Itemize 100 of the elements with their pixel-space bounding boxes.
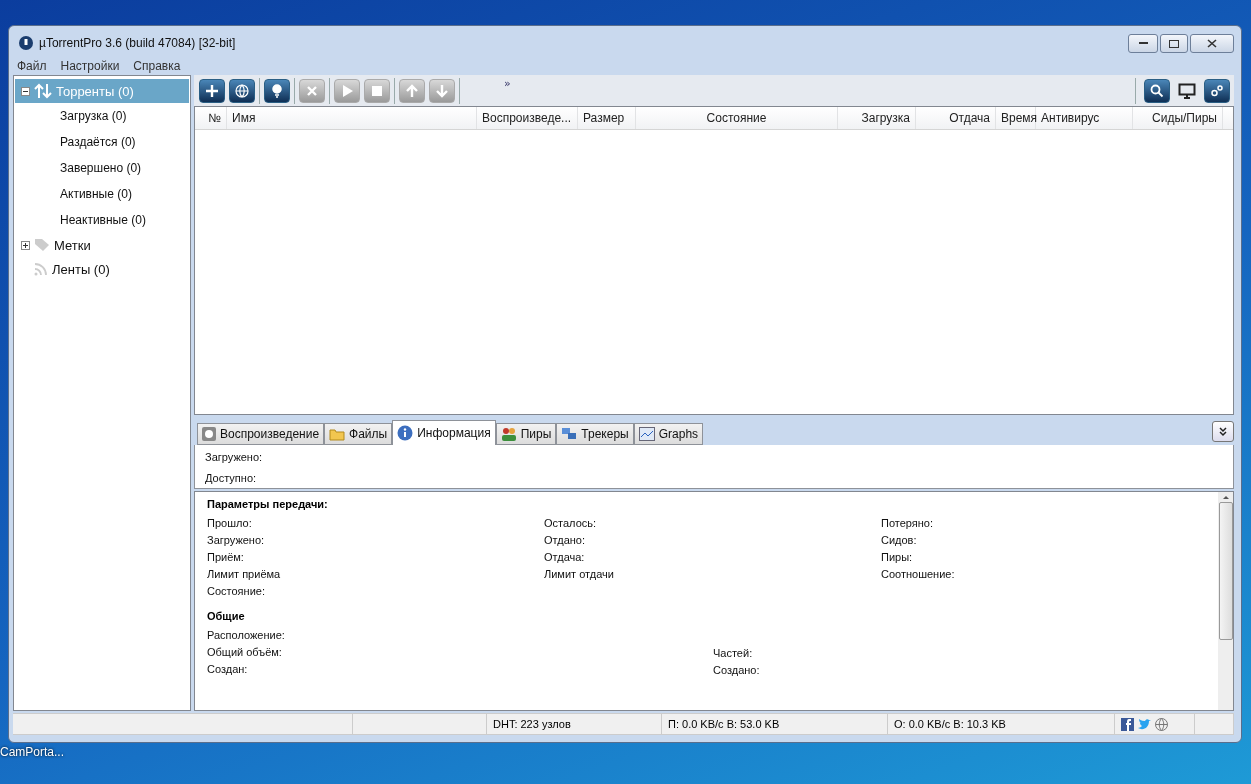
field-label: Пиры: [881,551,914,563]
sidebar-item[interactable]: Неактивные (0) [15,207,189,233]
field-label: Доступно: [205,472,258,484]
field-label: Создан: [207,663,249,675]
sidebar-item[interactable]: Загрузка (0) [15,103,189,129]
maximize-icon [1169,39,1179,48]
settings-button[interactable] [1204,78,1230,103]
minimize-button[interactable] [1128,34,1158,53]
field-label: Состояние: [207,585,266,597]
column-header[interactable]: Антивирус [1036,107,1133,129]
tab[interactable]: Информация [392,420,496,445]
rss-icon [34,262,48,276]
menu-item[interactable]: Справка [133,59,181,73]
globe-icon [235,83,249,98]
up-down-arrows-icon [34,83,52,99]
sidebar-item[interactable]: Раздаётся (0) [15,129,189,155]
column-header[interactable]: Загрузка [838,107,916,129]
tab[interactable]: Graphs [633,423,704,445]
column-header[interactable]: № [195,107,227,129]
search-icon [1150,83,1164,98]
section-heading: Параметры передачи: [207,498,329,510]
column-header[interactable]: Сиды/Пиры [1133,107,1223,129]
search-button[interactable] [1144,78,1170,103]
desktop-icon-label[interactable]: CamPorta... [0,745,65,759]
section-heading: Общие [207,610,246,622]
window-title: µTorrentPro 3.6 (build 47084) [32-bit] [39,35,236,50]
clock-icon [202,427,216,441]
add-button[interactable] [199,78,225,103]
minimize-icon [1138,42,1148,45]
bulb-icon [270,83,284,98]
sidebar-label: Ленты (0) [52,261,110,277]
field-label: Общий объём: [207,646,283,658]
tab[interactable]: Воспроизведение [197,423,325,445]
globe-icon[interactable] [1155,717,1168,731]
upload-status: О: 0.0 KB/с В: 10.3 KB [888,713,1115,735]
sidebar-label: Завершено (0) [60,161,142,175]
arrow-down-icon [435,83,449,98]
close-icon [1207,39,1217,48]
sidebar-item[interactable]: Активные (0) [15,181,189,207]
maximize-button[interactable] [1160,34,1188,53]
tag-icon [34,238,50,252]
expand-icon[interactable] [21,240,30,250]
sidebar-label: Неактивные (0) [60,213,146,227]
field-label: Отдача: [544,551,586,563]
field-label: Осталось: [544,517,598,529]
computers-icon [561,427,578,441]
app-logo-icon [19,35,33,50]
column-header[interactable]: Отдача [916,107,996,129]
sidebar-label: Раздаётся (0) [60,135,136,149]
tab[interactable]: Файлы [324,423,393,445]
plus-icon [205,83,219,98]
field-label: Сидов: [881,534,918,546]
field-label: Частей: [713,647,754,659]
create-button[interactable] [264,78,290,103]
field-label: Потеряно: [881,517,934,529]
arrow-up-icon [405,83,419,98]
field-label: Расположение: [207,629,286,641]
monitor-icon[interactable] [1178,81,1196,100]
add-url-button[interactable] [229,78,255,103]
sidebar-label: Загрузка (0) [60,109,127,123]
column-header[interactable]: Время [996,107,1036,129]
dht-status: DHT: 223 узлов [487,713,662,735]
field-label: Загружено: [207,534,266,546]
field-label: Загружено: [205,451,264,463]
collapse-panel-button[interactable] [1212,421,1234,442]
sidebar-item[interactable]: Ленты (0) [15,257,189,281]
double-chevron-icon [1218,426,1228,437]
field-label: Создано: [713,664,761,676]
field-label: Прошло: [207,517,253,529]
sidebar-item[interactable]: Завершено (0) [15,155,189,181]
collapse-icon[interactable] [21,86,30,96]
info-icon [397,425,414,441]
download-status: П: 0.0 KB/с В: 53.0 KB [662,713,888,735]
tab[interactable]: Пиры [495,423,557,445]
facebook-icon[interactable] [1121,717,1134,731]
scrollbar[interactable] [1218,492,1233,710]
gears-icon [1210,83,1224,98]
overflow-chevron[interactable]: » [504,77,511,90]
sidebar-label: Активные (0) [60,187,132,201]
field-label: Соотношение: [881,568,956,580]
field-label: Отдано: [544,534,586,546]
chart-icon [638,427,655,441]
column-header[interactable]: Размер [578,107,636,129]
people-icon [500,427,517,441]
sidebar-item[interactable]: Метки [15,233,189,257]
stop-icon [370,83,384,98]
column-header[interactable]: Состояние [636,107,838,129]
play-icon [340,83,354,98]
column-header[interactable]: Воспроизведе... [477,107,578,129]
close-button[interactable] [1190,34,1234,53]
remove-icon [305,83,319,98]
column-header[interactable]: Имя [227,107,477,129]
menu-item[interactable]: Файл [17,59,47,73]
sidebar-label: Торренты (0) [56,83,134,99]
tab[interactable]: Трекеры [556,423,634,445]
folder-icon [329,427,346,441]
sidebar-label: Метки [54,237,91,253]
field-label: Лимит приёма [207,568,282,580]
menu-item[interactable]: Настройки [60,59,120,73]
field-label: Лимит отдачи [544,568,615,580]
